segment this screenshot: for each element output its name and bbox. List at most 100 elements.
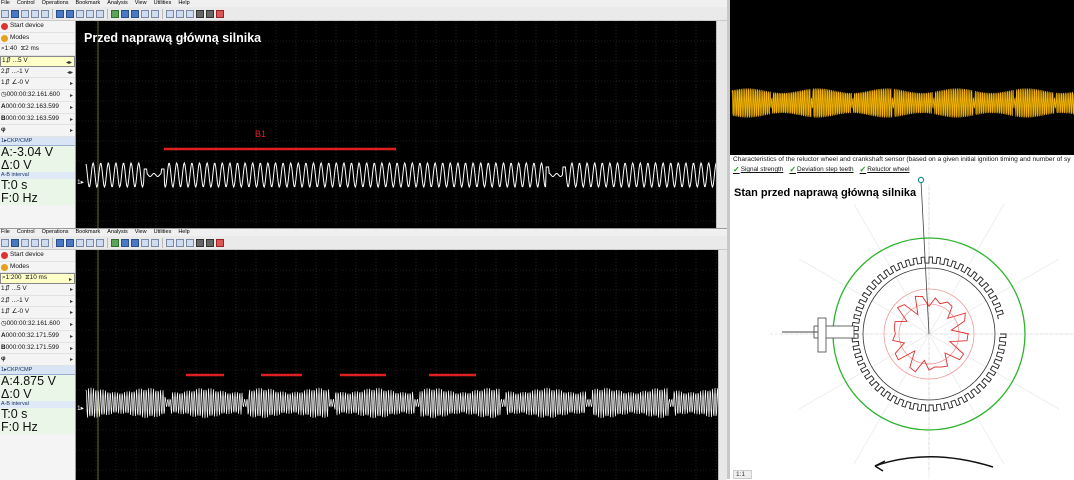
channel-2-setting[interactable]: 2⇵ ...-1 V ▸	[0, 296, 75, 308]
paste-icon[interactable]	[41, 238, 49, 247]
expand-icon[interactable]: ▸	[70, 297, 73, 308]
cursor-b-row[interactable]: B 000:00:32.163.599 ▸	[0, 114, 75, 126]
zoom-ratio[interactable]: 1:1	[733, 470, 753, 479]
expand-icon[interactable]: ▸	[70, 344, 73, 355]
filter-icon[interactable]	[96, 238, 104, 247]
channel-arrows-icon[interactable]: ◂▸	[67, 68, 73, 79]
channel-offset-setting[interactable]: 1⇵ ∠-0 V ▸	[0, 307, 75, 320]
phase-row[interactable]: φ ▸	[0, 125, 75, 137]
analysis-caption: Characteristics of the reluctor wheel an…	[733, 156, 1071, 163]
menu-control[interactable]: Control	[17, 229, 35, 236]
expand-icon[interactable]: ▸	[70, 285, 73, 296]
menu-bookmark[interactable]: Bookmark	[76, 229, 101, 236]
offset-label: 1⇵ ∠-0 V	[1, 79, 30, 87]
menu-operations[interactable]: Operations	[42, 229, 69, 236]
reluctor-wheel-diagram	[770, 176, 1074, 479]
layout-icon[interactable]	[186, 9, 194, 18]
cursor-a-row[interactable]: A 000:00:32.163.599 ▸	[0, 102, 75, 114]
grid-icon[interactable]	[141, 238, 149, 247]
undo-icon[interactable]	[86, 9, 94, 18]
zoom-icon[interactable]	[76, 9, 84, 18]
expand-icon[interactable]: ▸	[70, 332, 73, 343]
expand-icon[interactable]: ▸	[70, 91, 73, 102]
save-icon[interactable]	[11, 9, 19, 18]
menu-help[interactable]: Help	[178, 0, 189, 7]
scale-control[interactable]: ⌕ 1:40 ⧖ 2 ms	[0, 44, 75, 57]
check-icon[interactable]	[111, 9, 119, 18]
analyze-icon[interactable]	[131, 9, 139, 18]
cursor-a-row[interactable]: A 000:00:32.171.599 ▸	[0, 331, 75, 343]
settings-icon[interactable]	[151, 238, 159, 247]
record-icon[interactable]	[206, 238, 214, 247]
phase-row[interactable]: φ ▸	[0, 354, 75, 366]
copy-icon[interactable]	[31, 9, 39, 18]
scale-control[interactable]: ⌕ 1:200 ⧖ 10 ms ▸	[0, 273, 75, 285]
report-icon[interactable]	[176, 9, 184, 18]
menu-bookmark[interactable]: Bookmark	[76, 0, 101, 7]
cursor-icon[interactable]	[56, 9, 64, 18]
modes-button[interactable]: Modes	[0, 33, 75, 45]
offset-label: 1⇵ ∠-0 V	[1, 308, 30, 316]
stop-icon[interactable]	[196, 238, 204, 247]
filter-icon[interactable]	[96, 9, 104, 18]
menu-file[interactable]: File	[1, 0, 10, 7]
menu-analysis[interactable]: Analysis	[107, 0, 127, 7]
grid-icon[interactable]	[141, 9, 149, 18]
menu-control[interactable]: Control	[17, 0, 35, 7]
marker-icon[interactable]	[66, 9, 74, 18]
open-icon[interactable]	[1, 9, 9, 18]
print-icon[interactable]	[21, 238, 29, 247]
cursor-b-value: 000:00:32.171.599	[5, 343, 59, 351]
save-icon[interactable]	[11, 238, 19, 247]
vertical-scrollbar[interactable]	[718, 250, 727, 480]
channel-offset-setting[interactable]: 1⇵ ∠-0 V ▸	[0, 78, 75, 91]
expand-icon[interactable]: ▸	[70, 103, 73, 114]
menu-view[interactable]: View	[135, 229, 147, 236]
copy-icon[interactable]	[31, 238, 39, 247]
expand-icon[interactable]: ▸	[70, 126, 73, 137]
expand-icon[interactable]: ▸	[70, 79, 73, 90]
marker-icon[interactable]	[66, 238, 74, 247]
channel-1-setting[interactable]: 1⇵ ...5 V ▸	[0, 284, 75, 296]
oscilloscope-display-top[interactable]: Przed naprawą główną silnika B1 1▸	[76, 21, 717, 228]
close-icon[interactable]	[216, 9, 224, 18]
undo-icon[interactable]	[86, 238, 94, 247]
open-icon[interactable]	[1, 238, 9, 247]
zoom-icon[interactable]	[76, 238, 84, 247]
menu-analysis[interactable]: Analysis	[107, 229, 127, 236]
check-icon[interactable]	[111, 238, 119, 247]
measure-icon[interactable]	[121, 9, 129, 18]
oscilloscope-display-bottom[interactable]: 1▸	[76, 250, 719, 480]
print-icon[interactable]	[21, 9, 29, 18]
channel-1-setting[interactable]: 1⇵ ...5 V ◂▸	[0, 56, 75, 67]
cursor-icon[interactable]	[56, 238, 64, 247]
menu-file[interactable]: File	[1, 229, 10, 236]
measure-icon[interactable]	[121, 238, 129, 247]
menu-utilities[interactable]: Utilities	[154, 229, 172, 236]
menu-operations[interactable]: Operations	[42, 0, 69, 7]
menu-utilities[interactable]: Utilities	[154, 0, 172, 7]
menu-view[interactable]: View	[135, 0, 147, 7]
expand-icon[interactable]: ▸	[70, 355, 73, 366]
export-icon[interactable]	[166, 9, 174, 18]
modes-button[interactable]: Modes	[0, 262, 75, 274]
close-icon[interactable]	[216, 238, 224, 247]
settings-icon[interactable]	[151, 9, 159, 18]
expand-icon[interactable]: ▸	[70, 320, 73, 331]
record-icon[interactable]	[206, 9, 214, 18]
layout-icon[interactable]	[186, 238, 194, 247]
vertical-scrollbar[interactable]	[716, 21, 727, 228]
expand-icon[interactable]: ▸	[70, 115, 73, 126]
paste-icon[interactable]	[41, 9, 49, 18]
analyze-icon[interactable]	[131, 238, 139, 247]
channel-2-setting[interactable]: 2⇵ ...-1 V ◂▸	[0, 67, 75, 79]
expand-icon[interactable]: ▸	[70, 308, 73, 319]
cursor-b-row[interactable]: B 000:00:32.171.599 ▸	[0, 343, 75, 355]
annotation-b1: B1	[255, 129, 267, 139]
menu-help[interactable]: Help	[178, 229, 189, 236]
report-icon[interactable]	[176, 238, 184, 247]
stop-icon[interactable]	[196, 9, 204, 18]
start-device-button[interactable]: Start device	[0, 21, 75, 33]
export-icon[interactable]	[166, 238, 174, 247]
start-device-button[interactable]: Start device	[0, 250, 75, 262]
